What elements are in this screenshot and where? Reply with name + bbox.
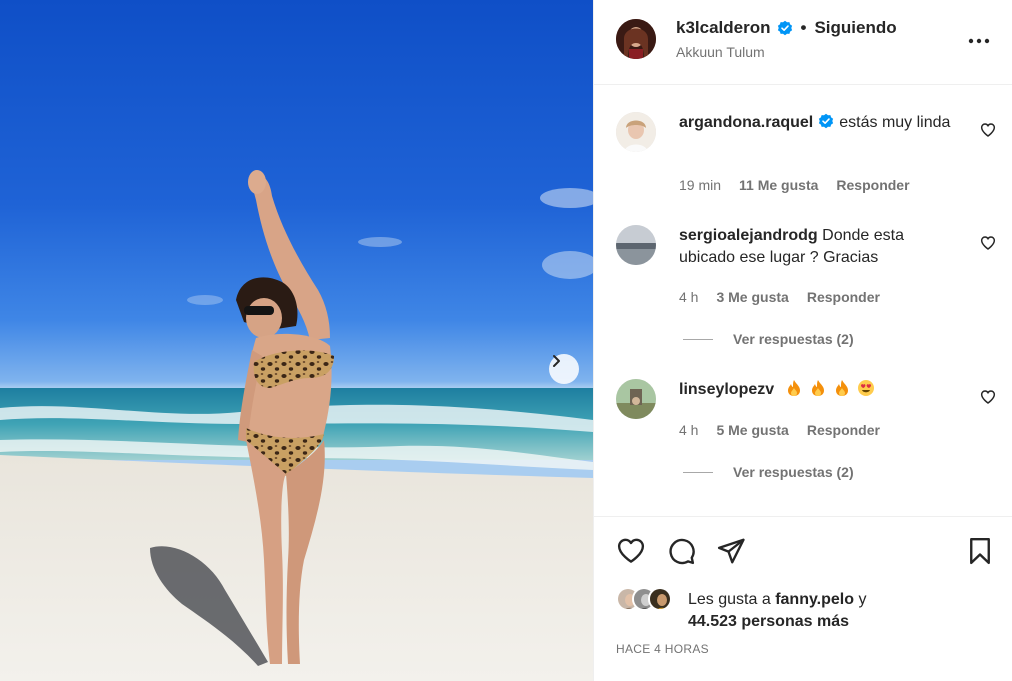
post-location[interactable]: Akkuun Tulum [676, 44, 765, 60]
commenter-avatar[interactable] [616, 225, 656, 265]
replies-divider [683, 338, 713, 340]
comment-username[interactable]: linseylopezv [679, 381, 774, 398]
view-replies-label: Ver respuestas (2) [733, 464, 854, 480]
save-button[interactable] [965, 536, 995, 566]
next-photo-button[interactable] [549, 354, 579, 384]
comment-likes[interactable]: 5 Me gusta [716, 422, 788, 438]
beach-photo-illustration [0, 170, 593, 681]
likes-prefix: Les gusta a [688, 591, 771, 608]
heart-icon [980, 236, 996, 255]
commenter-avatar[interactable] [616, 379, 656, 419]
verified-badge-icon [777, 20, 793, 36]
like-button[interactable] [616, 536, 646, 566]
comment-body: linseylopezv [679, 379, 961, 401]
comment-time[interactable]: 4 h [679, 289, 698, 305]
comment-body: sergioalejandrodg Donde esta ubicado ese… [679, 225, 961, 269]
comment-time[interactable]: 4 h [679, 422, 698, 438]
comment-body: argandona.raquel estás muy linda [679, 112, 961, 134]
author-line: k3lcalderon • Siguiendo [676, 18, 897, 38]
post-header: k3lcalderon • Siguiendo Akkuun Tulum [594, 0, 1012, 85]
more-horizontal-icon [968, 31, 990, 49]
share-icon [716, 538, 746, 570]
avatar [648, 587, 672, 611]
comment-meta: 19 min 11 Me gusta Responder [679, 177, 910, 193]
comment-time[interactable]: 19 min [679, 177, 721, 193]
fire-emoji-icon [833, 379, 851, 397]
post-actions: Les gusta a fanny.pelo y 44.523 personas… [594, 516, 1012, 681]
comment-username[interactable]: argandona.raquel [679, 114, 813, 131]
heart-icon [980, 123, 996, 142]
author-username[interactable]: k3lcalderon [676, 18, 771, 38]
comments-list[interactable]: argandona.raquel estás muy linda 19 min 1… [594, 86, 1012, 516]
heart-icon [980, 390, 996, 409]
likes-conjunction: y [858, 591, 867, 608]
separator-dot: • [800, 18, 807, 37]
comment-meta: 4 h 3 Me gusta Responder [679, 289, 880, 305]
heart-icon [616, 538, 646, 570]
fire-emoji-icon [809, 379, 827, 397]
post-sidebar: k3lcalderon • Siguiendo Akkuun Tulum arg… [593, 0, 1012, 681]
post-photo[interactable] [0, 0, 593, 681]
comment-button[interactable] [666, 536, 696, 566]
reply-button[interactable]: Responder [807, 289, 880, 305]
following-button[interactable]: Siguiendo [814, 18, 896, 38]
reply-button[interactable]: Responder [836, 177, 909, 193]
verified-badge-icon [818, 113, 834, 129]
replies-divider [683, 471, 713, 473]
likes-count[interactable]: 44.523 personas más [688, 613, 849, 630]
like-comment-button[interactable] [980, 235, 996, 251]
like-comment-button[interactable] [980, 122, 996, 138]
comment-meta: 4 h 5 Me gusta Responder [679, 422, 880, 438]
comment-likes[interactable]: 3 Me gusta [716, 289, 788, 305]
liker-username[interactable]: fanny.pelo [775, 591, 854, 608]
comment-icon [666, 538, 696, 570]
heart-eyes-emoji-icon [857, 379, 875, 397]
view-replies-button[interactable]: Ver respuestas (2) [679, 331, 854, 347]
commenter-avatar[interactable] [616, 112, 656, 152]
fire-emoji-icon [785, 379, 803, 397]
comment-text: estás muy linda [839, 114, 951, 131]
post-timestamp[interactable]: HACE 4 HORAS [616, 642, 709, 656]
reply-button[interactable]: Responder [807, 422, 880, 438]
view-replies-button[interactable]: Ver respuestas (2) [679, 464, 854, 480]
bookmark-icon [965, 537, 995, 570]
comment-likes[interactable]: 11 Me gusta [739, 177, 818, 193]
view-replies-label: Ver respuestas (2) [733, 331, 854, 347]
author-avatar[interactable] [616, 19, 656, 59]
share-button[interactable] [716, 536, 746, 566]
like-comment-button[interactable] [980, 389, 996, 405]
more-options-button[interactable] [967, 28, 991, 52]
likes-summary: Les gusta a fanny.pelo y 44.523 personas… [688, 589, 988, 633]
comment-username[interactable]: sergioalejandrodg [679, 227, 818, 244]
